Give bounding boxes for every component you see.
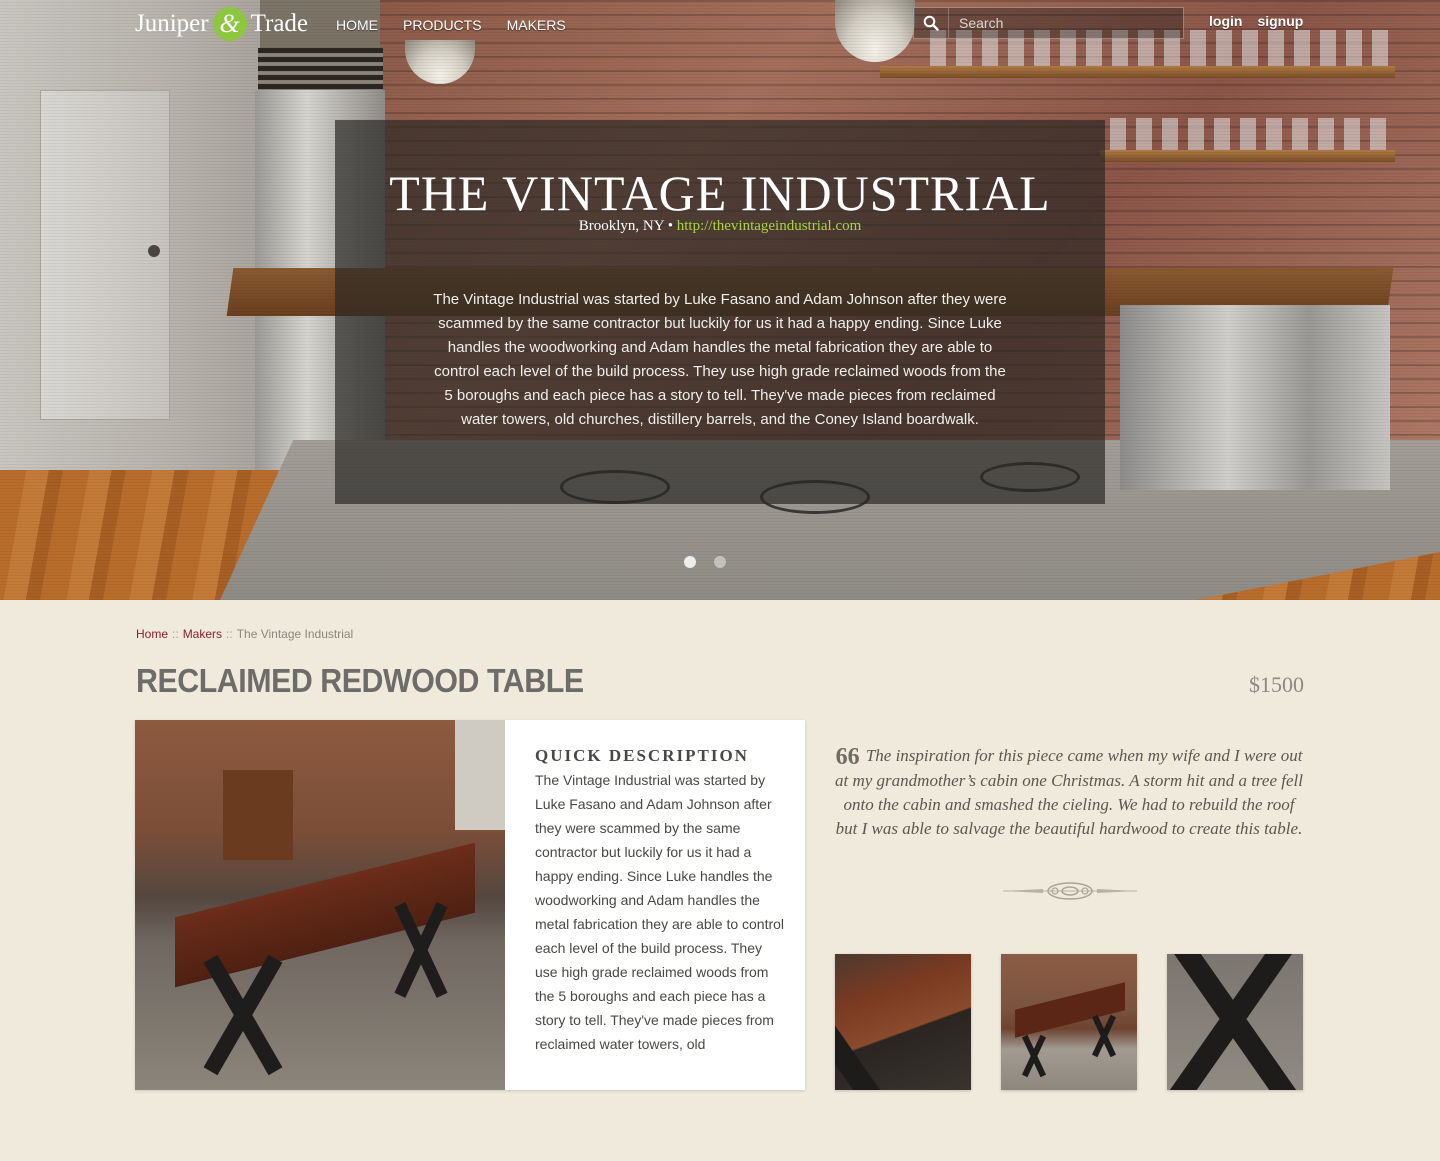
maker-quote: 66 The inspiration for this piece came w… — [833, 744, 1305, 841]
slide-dot-1[interactable] — [684, 556, 696, 568]
search-icon — [923, 15, 939, 31]
login-link[interactable]: login — [1209, 13, 1242, 29]
product-price: $1500 — [1249, 672, 1304, 697]
product-thumbnail-3[interactable] — [1167, 954, 1303, 1090]
maker-description: The Vintage Industrial was started by Lu… — [433, 291, 1007, 428]
top-nav: Juniper & Trade HOME PRODUCTS MAKERS log… — [0, 0, 1440, 50]
nav-home[interactable]: HOME — [336, 17, 378, 33]
product-thumbnail-1[interactable] — [835, 954, 971, 1090]
product-thumbnail-2[interactable] — [1001, 954, 1137, 1090]
search-box — [913, 7, 1184, 39]
brand-logo[interactable]: Juniper & Trade — [135, 5, 308, 43]
quick-description-heading: QUICK DESCRIPTION — [535, 746, 749, 765]
breadcrumb-current: The Vintage Industrial — [236, 627, 354, 641]
signup-link[interactable]: signup — [1257, 13, 1303, 29]
quote-icon: 66 — [835, 744, 860, 770]
brand-logo-right: Trade — [250, 10, 309, 37]
photo-window — [455, 720, 505, 830]
brand-logo-left: Juniper — [135, 10, 209, 37]
ornament-divider-icon — [1003, 882, 1137, 900]
nav-makers[interactable]: MAKERS — [507, 17, 566, 33]
main-nav: HOME PRODUCTS MAKERS — [336, 17, 566, 33]
thumb-leg — [835, 1004, 930, 1090]
maker-location: Brooklyn, NY — [578, 218, 664, 234]
maker-name: THE VINTAGE INDUSTRIAL — [389, 165, 1051, 221]
search-input[interactable] — [949, 8, 1183, 38]
search-button[interactable] — [914, 8, 949, 38]
slide-indicator — [684, 556, 726, 568]
breadcrumb: Home:: Makers:: The Vintage Industrial — [136, 627, 353, 641]
slide-dot-2[interactable] — [714, 556, 726, 568]
quote-text: The inspiration for this piece came when… — [835, 746, 1303, 838]
maker-meta: Brooklyn, NY • http://thevintageindustri… — [335, 218, 1105, 235]
breadcrumb-makers[interactable]: Makers — [183, 627, 222, 641]
breadcrumb-home[interactable]: Home — [136, 627, 168, 641]
auth-links: login signup — [1209, 13, 1303, 29]
maker-website-link[interactable]: http://thevintageindustrial.com — [677, 218, 862, 234]
product-card: QUICK DESCRIPTION The Vintage Industrial… — [135, 720, 805, 1090]
brand-ampersand-icon: & — [212, 7, 247, 41]
nav-products[interactable]: PRODUCTS — [403, 17, 482, 33]
product-main-image[interactable] — [135, 720, 505, 1090]
hero-banner: THE VINTAGE INDUSTRIAL Brooklyn, NY • ht… — [0, 0, 1440, 600]
breadcrumb-separator: :: — [226, 627, 233, 641]
quick-description-text: The Vintage Industrial was started by Lu… — [535, 772, 785, 1052]
maker-meta-separator: • — [667, 218, 673, 234]
product-title: RECLAIMED REDWOOD TABLE — [136, 662, 584, 699]
photo-cabinet — [223, 770, 293, 860]
maker-panel: THE VINTAGE INDUSTRIAL Brooklyn, NY • ht… — [335, 120, 1105, 504]
breadcrumb-separator: :: — [172, 627, 179, 641]
